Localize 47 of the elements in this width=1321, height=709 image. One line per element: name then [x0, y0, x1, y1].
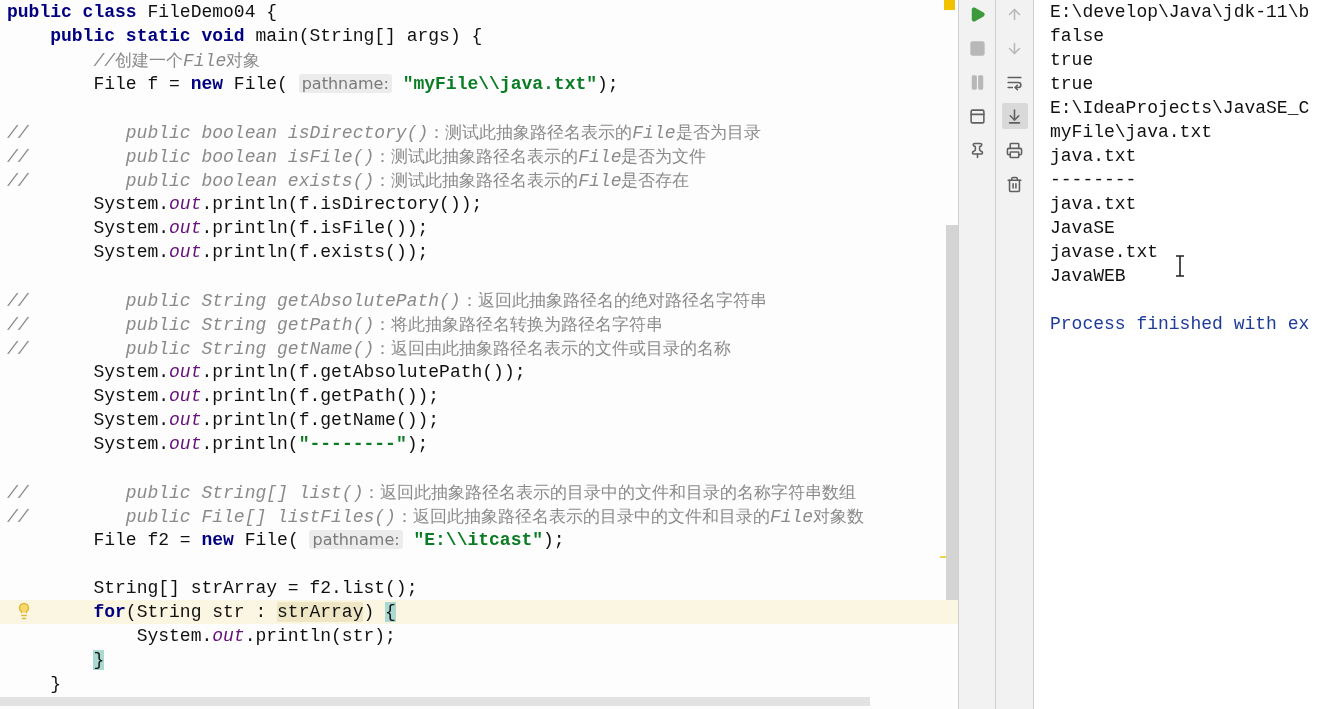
code-line: File f2 = new File( pathname: "E:\\itcast");	[92, 529, 565, 552]
console-line: JavaSE	[1050, 217, 1115, 240]
console-line: java.txt	[1050, 145, 1137, 168]
console-line: javase.txt	[1050, 241, 1159, 264]
console-line: true	[1050, 49, 1094, 72]
code-line: System.out.println("--------");	[92, 433, 429, 456]
code-line: System.out.println(f.getName());	[92, 409, 440, 432]
code-line: public static void main(String[] args) {	[49, 25, 483, 48]
console-line: --------	[1050, 169, 1137, 192]
vertical-scrollbar[interactable]	[946, 225, 958, 600]
printer-icon	[1006, 141, 1023, 159]
console-line: false	[1050, 25, 1104, 48]
console-line: JavaWEB	[1050, 265, 1126, 288]
console-line: myFile\java.txt	[1050, 121, 1213, 144]
console-line: true	[1050, 73, 1094, 96]
code-line: System.out.println(f.isDirectory());	[92, 193, 483, 216]
stop-icon	[968, 39, 986, 57]
code-line: File f = new File( pathname: "myFile\\java.txt");	[92, 73, 619, 96]
code-line: // public String getName()：返回由此抽象路径名表示的文件或目录的名称	[7, 337, 732, 360]
code-line: // public String getPath()：将此抽象路径名转换为路径名字符串	[7, 313, 664, 336]
exit-message: Process finished with ex	[1050, 313, 1310, 336]
code-line: // public boolean isFile()：测试此抽象路径名表示的File是否为文件	[7, 145, 707, 168]
code-line: System.out.println(f.exists());	[92, 241, 429, 264]
layout-icon	[968, 107, 986, 125]
code-line: // public boolean exists()：测试此抽象路径名表示的File是否存在	[7, 169, 690, 192]
horizontal-scrollbar[interactable]	[0, 697, 870, 706]
code-line: //创建一个File对象	[92, 49, 261, 72]
console-line: E:\IdeaProjects\JavaSE_C	[1050, 97, 1310, 120]
scroll-end-button[interactable]	[1001, 103, 1028, 129]
code-line: System.out.println(f.isFile());	[92, 217, 429, 240]
code-line: System.out.println(f.getAbsolutePath());	[92, 361, 526, 384]
warning-marker	[944, 0, 955, 10]
code-line: for(String str : strArray) {	[92, 601, 396, 624]
console-line: E:\develop\Java\jdk-11\b	[1050, 1, 1310, 24]
scroll-end-icon	[1006, 107, 1023, 125]
code-line: System.out.println(f.getPath());	[92, 385, 440, 408]
code-line: String[] strArray = f2.list();	[92, 577, 418, 600]
code-line: System.out.println(str);	[135, 625, 396, 648]
code-line: public class FileDemo04 {	[7, 1, 278, 24]
code-line: // public String[] list()：返回此抽象路径名表示的目录中的文件和目录的名称字符串数组	[7, 481, 857, 504]
code-line: // public String getAbsolutePath()：返回此抽象路径名的绝对路径名字符串	[7, 289, 767, 312]
code-line: }	[49, 673, 62, 696]
code-line: // public File[] listFiles()：返回此抽象路径名表示的目录中的文件和目录的File对象数	[7, 505, 865, 528]
trash-icon	[1006, 175, 1023, 193]
text-cursor-icon	[1175, 255, 1185, 277]
code-line: // public boolean isDirectory()：测试此抽象路径名表示的File是否为目录	[7, 121, 761, 144]
console-line: java.txt	[1050, 193, 1137, 216]
